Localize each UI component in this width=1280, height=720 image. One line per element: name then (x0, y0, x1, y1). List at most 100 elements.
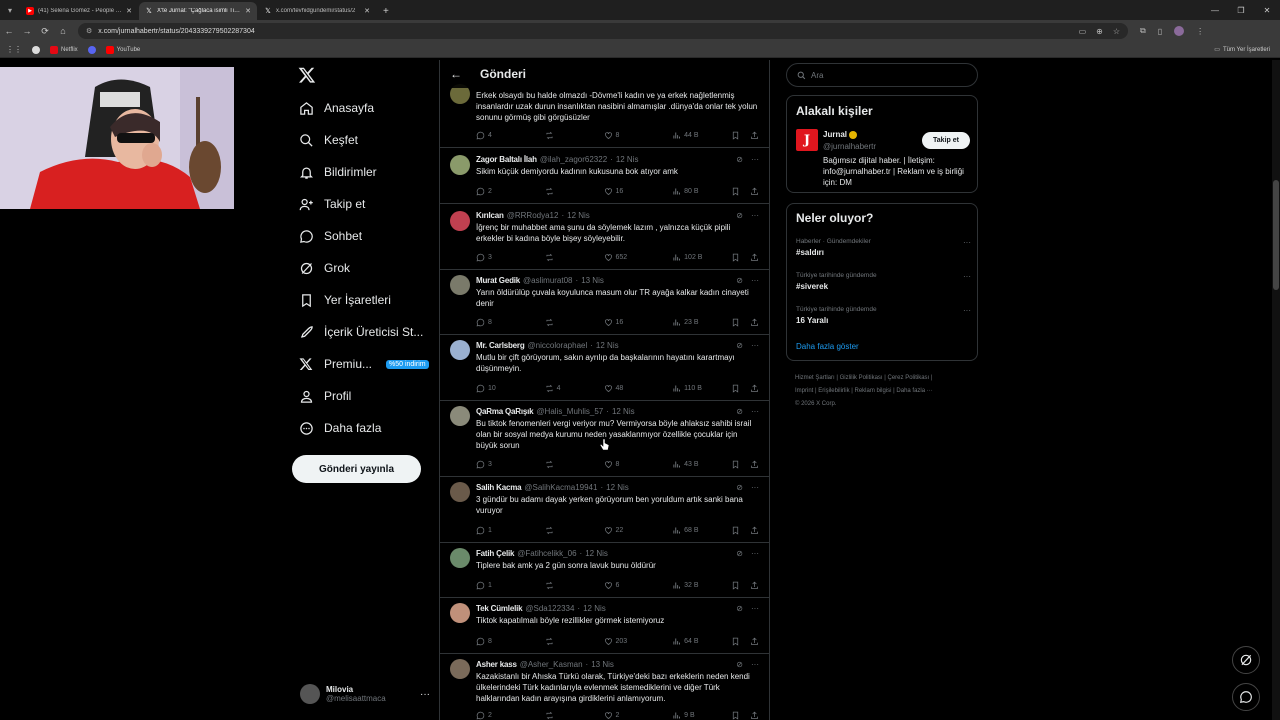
more-options-icon[interactable]: ··· (420, 689, 430, 700)
reply-item[interactable]: Mr. Carlsberg @niccoloraphael · 12 Nis ⊘ ··· M… (440, 336, 769, 401)
author-name[interactable]: Mr. Carlsberg (476, 341, 525, 350)
author-handle[interactable]: @RRRodya12 (507, 211, 559, 220)
reply-button[interactable]: 10 (476, 384, 545, 393)
nav-premium[interactable]: Premiu... %50 indirim (298, 350, 429, 378)
repost-button[interactable] (545, 711, 604, 720)
reply-button[interactable]: 1 (476, 526, 545, 535)
views-button[interactable]: 68 B (672, 526, 731, 535)
reply-item[interactable]: Tek Cümlelik @Sda122334 · 12 Nis ⊘ ··· Tiktok … (440, 599, 769, 654)
views-button[interactable]: 23 B (672, 318, 731, 327)
more-options-icon[interactable]: ··· (751, 155, 759, 164)
author-name[interactable]: Zagor Baltalı İlah (476, 155, 537, 164)
site-info-icon[interactable]: ⚙ (86, 27, 92, 35)
author-name[interactable]: Kırılcan (476, 211, 504, 220)
author-name[interactable]: Murat Gedik (476, 276, 520, 285)
bookmark-icon[interactable] (731, 637, 740, 646)
trend-item[interactable]: Türkiye tarihinde gündemde #siverek ··· (796, 272, 971, 291)
post-time[interactable]: 13 Nis (591, 660, 614, 669)
bookmark-youtube[interactable]: YouTube (105, 45, 140, 54)
author-handle[interactable]: @niccoloraphael (528, 341, 588, 350)
avatar[interactable] (450, 211, 470, 231)
author-handle[interactable]: @SalihKacma19941 (524, 483, 597, 492)
repost-button[interactable] (545, 253, 604, 262)
browser-menu-icon[interactable]: ⋮ (1196, 27, 1204, 36)
close-window-icon[interactable]: ✕ (1254, 0, 1280, 20)
minimize-icon[interactable]: — (1202, 0, 1228, 20)
zoom-icon[interactable]: ⊕ (1096, 27, 1103, 36)
chrome-icon[interactable] (32, 45, 40, 54)
like-button[interactable]: 16 (604, 318, 673, 327)
close-tab-icon[interactable]: ✕ (364, 7, 370, 15)
author-name[interactable]: QaRma QaRışık (476, 407, 534, 416)
nav-home[interactable]: Anasayfa (298, 94, 374, 122)
post-time[interactable]: 13 Nis (581, 276, 604, 285)
close-tab-icon[interactable]: ✕ (245, 7, 251, 15)
reply-item[interactable]: Asher kass @Asher_Kasman · 13 Nis ⊘ ··· Kazaki… (440, 655, 769, 720)
share-icon[interactable] (750, 253, 759, 262)
browser-tab-active[interactable]: 𝕏 X'te Jurnal: "Çağlaca isimli TikTok ✕ (139, 2, 257, 20)
bookmark-icon[interactable] (731, 526, 740, 535)
bookmark-netflix[interactable]: Netflix (50, 45, 78, 54)
repost-button[interactable] (545, 637, 604, 646)
share-icon[interactable] (750, 131, 759, 140)
more-options-icon[interactable]: ··· (751, 341, 759, 350)
like-button[interactable]: 2 (604, 711, 673, 720)
share-icon[interactable] (750, 460, 759, 469)
nav-explore[interactable]: Keşfet (298, 126, 358, 154)
grok-icon[interactable]: ⊘ (736, 604, 743, 613)
bookmark-icon[interactable] (731, 460, 740, 469)
post-time[interactable]: 12 Nis (612, 407, 635, 416)
nav-bookmarks[interactable]: Yer İşaretleri (298, 286, 391, 314)
nav-creator-studio[interactable]: İçerik Üreticisi St... (298, 318, 423, 346)
trend-item[interactable]: Türkiye tarihinde gündemde 16 Yaralı ··· (796, 306, 971, 325)
reply-button[interactable]: 2 (476, 711, 545, 720)
x-logo-icon[interactable] (298, 66, 316, 84)
reply-button[interactable]: 8 (476, 637, 545, 646)
back-icon[interactable]: ← (0, 26, 18, 36)
reply-button[interactable]: 3 (476, 460, 545, 469)
more-options-icon[interactable]: ··· (751, 407, 759, 416)
share-icon[interactable] (750, 187, 759, 196)
avatar[interactable] (450, 482, 470, 502)
like-button[interactable]: 16 (604, 187, 673, 196)
scrollbar[interactable] (1272, 60, 1280, 720)
author-handle[interactable]: @aslimurat08 (523, 276, 572, 285)
reply-item[interactable]: Fatih Çelik @Fatihcelikk_06 · 12 Nis ⊘ ··· Tip… (440, 544, 769, 598)
avatar[interactable] (450, 340, 470, 360)
views-button[interactable]: 43 B (672, 460, 731, 469)
bookmark-icon[interactable] (731, 187, 740, 196)
bookmark-icon[interactable] (731, 581, 740, 590)
post-time[interactable]: 12 Nis (616, 155, 639, 164)
footer-link[interactable]: Erişilebilirlik (818, 388, 849, 394)
footer-link[interactable]: Çerez Politikası (888, 375, 930, 381)
all-bookmarks[interactable]: ▭ Tüm Yer İşaretleri (1214, 46, 1270, 54)
like-button[interactable]: 203 (604, 637, 673, 646)
repost-button[interactable] (545, 187, 604, 196)
views-button[interactable]: 9 B (672, 711, 731, 720)
avatar[interactable] (450, 155, 470, 175)
post-time[interactable]: 12 Nis (596, 341, 619, 350)
close-tab-icon[interactable]: ✕ (126, 7, 132, 15)
profile-avatar[interactable] (1174, 26, 1185, 36)
more-options-icon[interactable]: ··· (963, 272, 971, 281)
browser-tab[interactable]: 𝕏 x.com/tevhidgundemi/status/2 ✕ (258, 2, 376, 20)
post-time[interactable]: 12 Nis (567, 211, 590, 220)
grok-icon[interactable]: ⊘ (736, 483, 743, 492)
grok-icon[interactable]: ⊘ (736, 276, 743, 285)
extensions-icon[interactable]: ⧉ (1140, 26, 1146, 36)
author-name[interactable]: Fatih Çelik (476, 549, 514, 558)
show-more-link[interactable]: Daha fazla göster (796, 342, 859, 351)
maximize-icon[interactable]: ❐ (1228, 0, 1254, 20)
post-button[interactable]: Gönderi yayınla (292, 455, 421, 483)
grok-icon[interactable]: ⊘ (736, 549, 743, 558)
avatar[interactable] (450, 406, 470, 426)
views-button[interactable]: 64 B (672, 637, 731, 646)
footer-link[interactable]: Gizlilik Politikası (840, 375, 883, 381)
footer-link[interactable]: Reklam bilgisi (855, 388, 892, 394)
sidebar-icon[interactable]: ▯ (1158, 27, 1162, 36)
share-icon[interactable] (750, 581, 759, 590)
author-handle[interactable]: @ilah_zagor62322 (540, 155, 607, 164)
new-tab-button[interactable]: + (377, 2, 395, 20)
reply-button[interactable]: 1 (476, 581, 545, 590)
share-icon[interactable] (750, 318, 759, 327)
